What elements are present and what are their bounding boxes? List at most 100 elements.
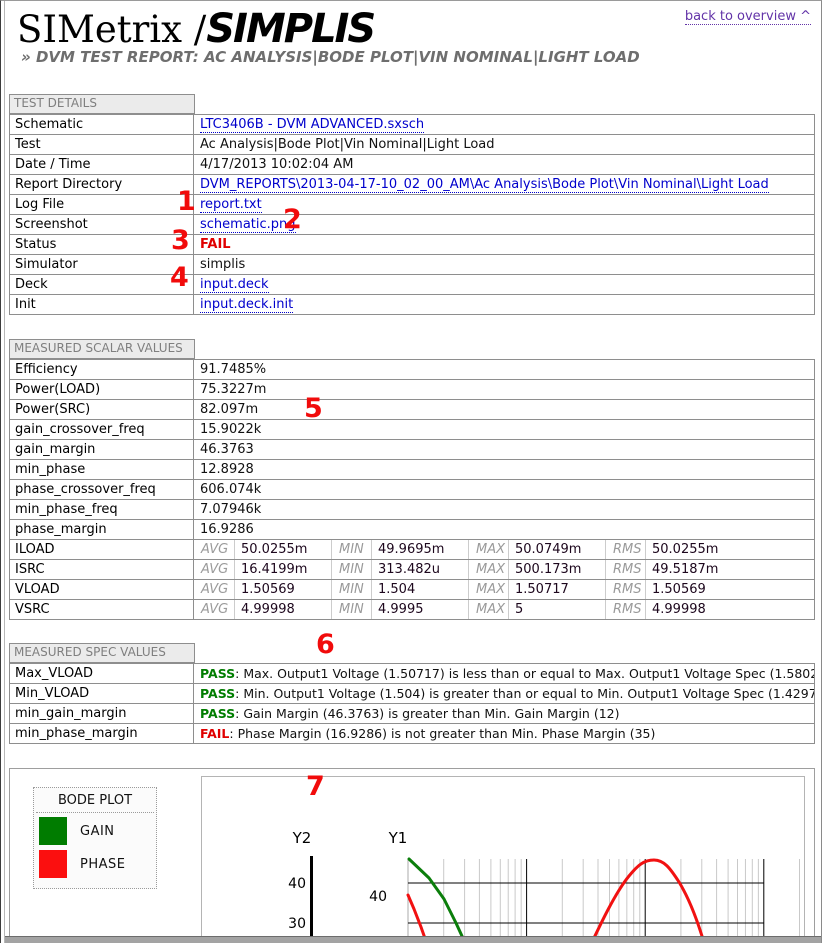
row-stats: AVG4.99998MIN4.9995MAX5RMS4.99998 bbox=[194, 600, 814, 619]
row-label: Log File bbox=[10, 195, 194, 214]
row-label: Screenshot bbox=[10, 215, 194, 234]
table-row-vload: VLOADAVG1.50569MIN1.504MAX1.50717RMS1.50… bbox=[10, 580, 814, 600]
scalar-values-body: Efficiency91.7485%Power(LOAD)75.3227mPow… bbox=[9, 359, 815, 620]
stat-key-max: MAX bbox=[468, 540, 508, 559]
table-row-min-phase-margin: min_phase_marginFAIL: Phase Margin (16.9… bbox=[10, 724, 814, 744]
table-row-deck: Deck input.deck bbox=[10, 275, 814, 295]
row-value: 15.9022k bbox=[194, 420, 814, 439]
spec-status-pass: PASS bbox=[200, 686, 235, 701]
spec-values-header: MEASURED SPEC VALUES bbox=[9, 643, 815, 663]
stat-key-rms: RMS bbox=[605, 600, 645, 619]
legend-item-gain: GAIN bbox=[39, 816, 156, 846]
table-row-phase-crossover-freq: phase_crossover_freq606.074k bbox=[10, 480, 814, 500]
scalar-value-text: 15.9022k bbox=[200, 422, 261, 437]
header: SIMetrix /SIMPLIS back to overview ^ bbox=[1, 1, 821, 46]
row-value: 4/17/2013 10:02:04 AM bbox=[194, 155, 814, 174]
horizontal-scrollbar[interactable] bbox=[5, 936, 821, 943]
row-value: LTC3406B - DVM ADVANCED.sxsch bbox=[194, 115, 814, 134]
row-value-text: 4/17/2013 10:02:04 AM bbox=[200, 157, 353, 172]
stat-value-min: 4.9995 bbox=[371, 600, 468, 619]
log-file-link[interactable]: report.txt bbox=[200, 197, 262, 213]
table-row-power-load: Power(LOAD)75.3227m bbox=[10, 380, 814, 400]
report-page: SIMetrix /SIMPLIS back to overview ^ » D… bbox=[0, 0, 822, 943]
table-row-status: Status FAIL bbox=[10, 235, 814, 255]
bode-plot-section: BODE PLOT GAINPHASE Y2Y140304030 bbox=[9, 768, 815, 943]
stat-key-min: MIN bbox=[331, 540, 371, 559]
test-details-header: TEST DETAILS bbox=[9, 94, 815, 114]
row-value-text: simplis bbox=[200, 257, 245, 272]
row-label: VSRC bbox=[10, 600, 194, 619]
row-label: Status bbox=[10, 235, 194, 254]
back-to-overview-link[interactable]: back to overview ^ bbox=[685, 9, 811, 25]
table-row-iload: ILOADAVG50.0255mMIN49.9695mMAX50.0749mRM… bbox=[10, 540, 814, 560]
stat-key-rms: RMS bbox=[605, 560, 645, 579]
tick-label: 40 bbox=[369, 889, 387, 905]
logo-slash: / bbox=[182, 8, 206, 51]
table-row-screenshot: Screenshot schematic.png bbox=[10, 215, 814, 235]
report-directory-link[interactable]: DVM_REPORTS\2013-04-17-10_02_00_AM\Ac An… bbox=[200, 177, 769, 193]
annotation-4: 4 bbox=[170, 264, 189, 291]
scalar-value-text: 91.7485% bbox=[200, 362, 266, 377]
axis-label-y2: Y2 bbox=[292, 829, 312, 847]
screenshot-link[interactable]: schematic.png bbox=[200, 217, 296, 233]
row-value: 16.9286 bbox=[194, 520, 814, 539]
stat-key-min: MIN bbox=[331, 600, 371, 619]
legend-item-phase: PHASE bbox=[39, 849, 156, 879]
spec-values-body: Max_VLOADPASS: Max. Output1 Voltage (1.5… bbox=[9, 663, 815, 744]
annotation-6: 6 bbox=[316, 631, 335, 658]
spec-result: PASS: Min. Output1 Voltage (1.504) is gr… bbox=[194, 684, 814, 703]
legend-label-phase: PHASE bbox=[80, 857, 125, 872]
row-label: Report Directory bbox=[10, 175, 194, 194]
stat-value-rms: 4.99998 bbox=[645, 600, 742, 619]
row-label: min_phase_freq bbox=[10, 500, 194, 519]
stat-key-rms: RMS bbox=[605, 580, 645, 599]
legend-items: GAIN PHASE bbox=[34, 816, 156, 879]
scalar-value-text: 16.9286 bbox=[200, 522, 254, 537]
row-label: ILOAD bbox=[10, 540, 194, 559]
row-label: phase_margin bbox=[10, 520, 194, 539]
spec-result: PASS: Max. Output1 Voltage (1.50717) is … bbox=[194, 664, 814, 683]
table-row-vsrc: VSRCAVG4.99998MIN4.9995MAX5RMS4.99998 bbox=[10, 600, 814, 620]
row-value: 91.7485% bbox=[194, 360, 814, 379]
row-stats: AVG50.0255mMIN49.9695mMAX50.0749mRMS50.0… bbox=[194, 540, 814, 559]
table-row-max-vload: Max_VLOADPASS: Max. Output1 Voltage (1.5… bbox=[10, 664, 814, 684]
spec-values-table: MEASURED SPEC VALUES Max_VLOADPASS: Max.… bbox=[9, 643, 815, 744]
row-value: 75.3227m bbox=[194, 380, 814, 399]
phase-curve bbox=[585, 860, 708, 943]
scalar-value-text: 12.8928 bbox=[200, 462, 254, 477]
scalar-value-text: 82.097m bbox=[200, 402, 258, 417]
row-label: min_phase_margin bbox=[10, 724, 194, 743]
table-row-min-vload: Min_VLOADPASS: Min. Output1 Voltage (1.5… bbox=[10, 684, 814, 704]
init-link[interactable]: input.deck.init bbox=[200, 297, 293, 313]
table-row-min-phase: min_phase12.8928 bbox=[10, 460, 814, 480]
status-fail-text: FAIL bbox=[200, 237, 231, 252]
stat-key-max: MAX bbox=[468, 600, 508, 619]
stat-value-avg: 50.0255m bbox=[234, 540, 331, 559]
stat-key-avg: AVG bbox=[194, 580, 234, 599]
row-value: 82.097m bbox=[194, 400, 814, 419]
row-value: FAIL bbox=[194, 235, 814, 254]
table-row-phase-margin: phase_margin 16.9286 bbox=[10, 520, 814, 540]
scalar-values-table: MEASURED SCALAR VALUES Efficiency91.7485… bbox=[9, 339, 815, 620]
annotation-7: 7 bbox=[306, 773, 325, 800]
schematic-link[interactable]: LTC3406B - DVM ADVANCED.sxsch bbox=[200, 117, 424, 133]
spec-result-text: : Gain Margin (46.3763) is greater than … bbox=[235, 706, 619, 721]
stat-value-max: 5 bbox=[508, 600, 605, 619]
stat-key-rms: RMS bbox=[605, 540, 645, 559]
deck-link[interactable]: input.deck bbox=[200, 277, 269, 293]
row-label: Min_VLOAD bbox=[10, 684, 194, 703]
stat-key-avg: AVG bbox=[194, 560, 234, 579]
row-label: Deck bbox=[10, 275, 194, 294]
scalar-value-text: 75.3227m bbox=[200, 382, 266, 397]
row-label: Schematic bbox=[10, 115, 194, 134]
axis-label-y1: Y1 bbox=[388, 829, 408, 847]
row-value: Ac Analysis|Bode Plot|Vin Nominal|Light … bbox=[194, 135, 814, 154]
row-stats: AVG1.50569MIN1.504MAX1.50717RMS1.50569 bbox=[194, 580, 814, 599]
row-label: Init bbox=[10, 295, 194, 314]
row-value: input.deck bbox=[194, 275, 814, 294]
row-value: 46.3763 bbox=[194, 440, 814, 459]
row-label: gain_margin bbox=[10, 440, 194, 459]
table-row-power-src: Power(SRC)82.097m bbox=[10, 400, 814, 420]
spec-result: FAIL: Phase Margin (16.9286) is not grea… bbox=[194, 724, 814, 743]
stat-value-min: 1.504 bbox=[371, 580, 468, 599]
